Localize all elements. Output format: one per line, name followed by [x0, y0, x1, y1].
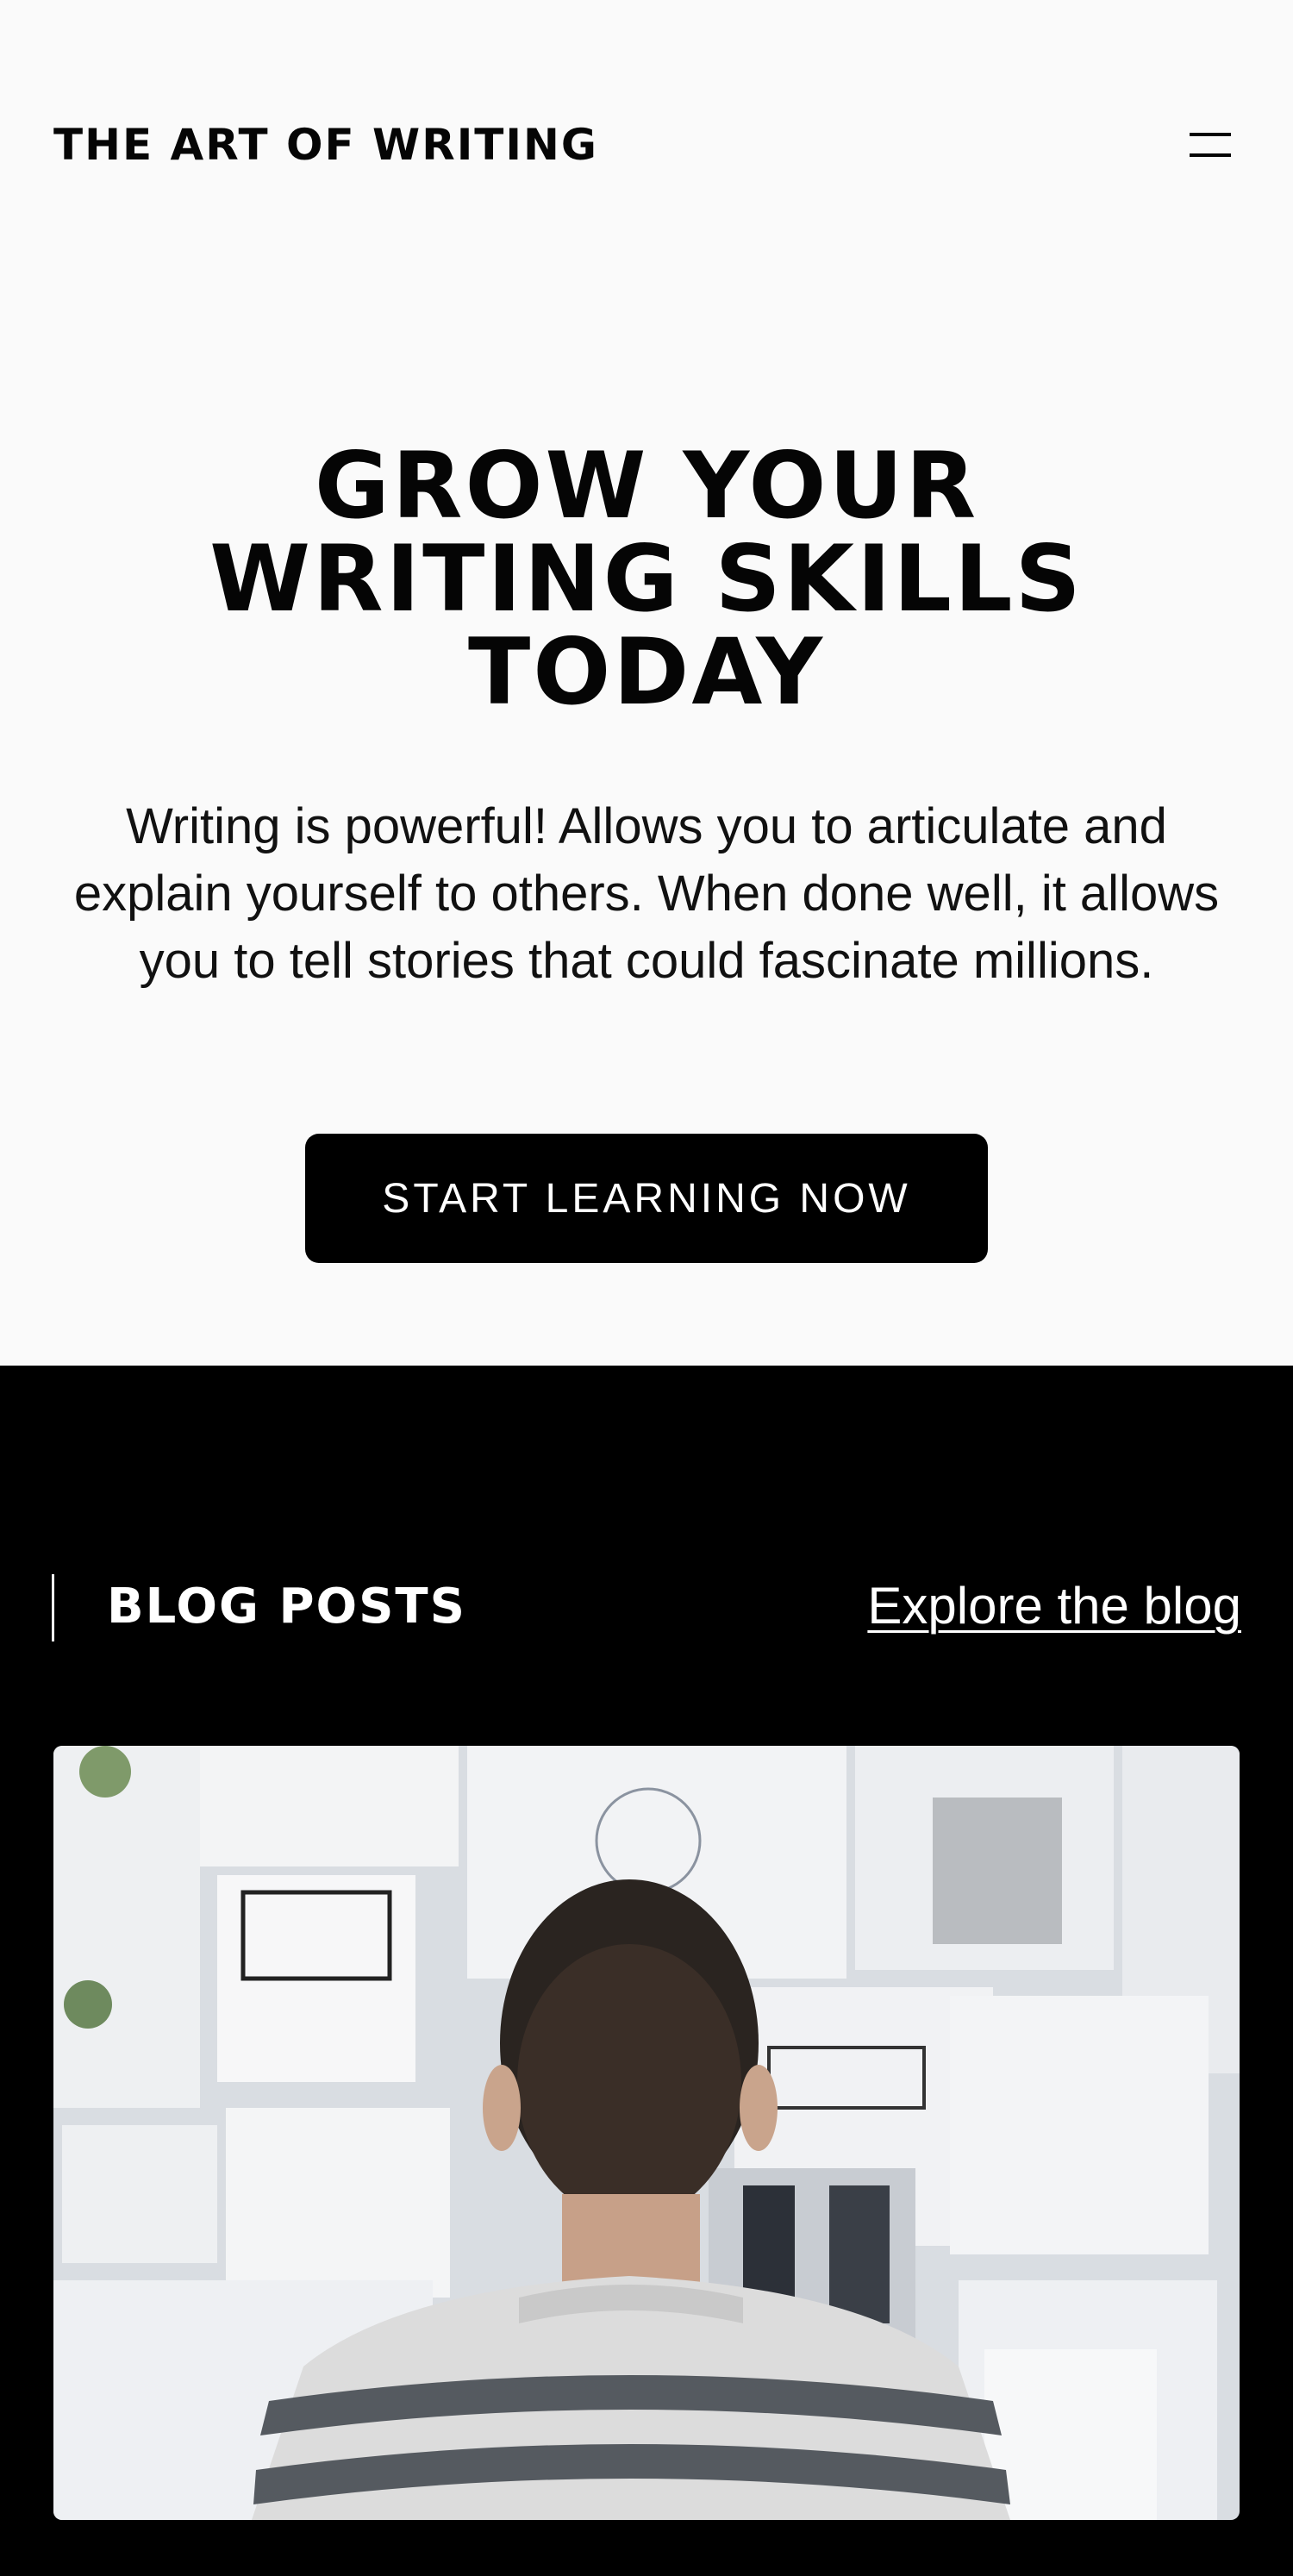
menu-bar-bottom — [1190, 153, 1231, 157]
blog-post-image — [53, 1746, 1240, 2520]
hero-section: GROW YOUR WRITING SKILLS TODAY Writing i… — [0, 293, 1293, 1366]
start-learning-button[interactable]: START LEARNING NOW — [305, 1134, 988, 1263]
blog-post-card[interactable] — [53, 1746, 1240, 2520]
blog-section-title: BLOG POSTS — [107, 1579, 466, 1635]
hero-title: GROW YOUR WRITING SKILLS TODAY — [86, 440, 1207, 719]
site-logo[interactable]: THE ART OF WRITING — [53, 121, 598, 169]
site-header: THE ART OF WRITING — [0, 0, 1293, 293]
blog-section: BLOG POSTS Explore the blog — [0, 1366, 1293, 2576]
menu-bar-top — [1190, 133, 1231, 136]
hero-title-line: GROW YOUR — [314, 433, 979, 539]
hero-title-line: WRITING SKILLS — [209, 526, 1084, 632]
explore-blog-link[interactable]: Explore the blog — [867, 1576, 1241, 1636]
hero-description: Writing is powerful! Allows you to artic… — [73, 798, 1220, 989]
hamburger-menu-icon[interactable] — [1181, 121, 1240, 169]
hero-title-line: TODAY — [467, 619, 826, 725]
section-divider — [52, 1574, 54, 1641]
